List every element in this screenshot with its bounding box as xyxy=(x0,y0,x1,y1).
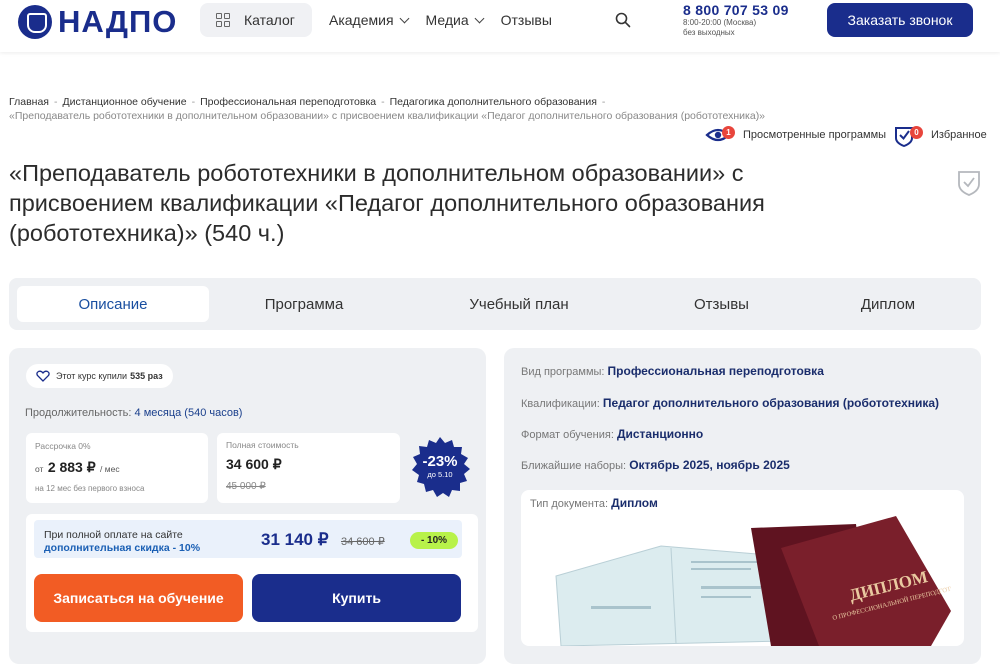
tab-description[interactable]: Описание xyxy=(17,286,209,322)
nav-academy-label: Академия xyxy=(329,12,394,28)
installment-from: от xyxy=(35,464,44,474)
document-type: Тип документа: Диплом xyxy=(530,496,658,510)
duration-label: Продолжительность: xyxy=(25,407,132,419)
enrollment-value: Октябрь 2025, ноябрь 2025 xyxy=(629,458,790,472)
installment-box: Рассрочка 0% от 2 883 ₽ / мес на 12 мес … xyxy=(26,433,208,503)
program-type-value: Профессиональная переподготовка xyxy=(607,364,824,378)
discount-percent: -23% xyxy=(422,453,458,470)
catalog-label: Каталог xyxy=(244,12,295,28)
extra-discount-badge: - 10% xyxy=(410,532,458,549)
site-header: НАДПО Каталог Академия Медиа Отзывы 8 80… xyxy=(0,0,1000,52)
phone-number[interactable]: 8 800 707 53 09 xyxy=(683,2,789,18)
enrollment-label: Ближайшие наборы: xyxy=(521,460,627,472)
document-box: Тип документа: Диплом ДИПЛОМ О ПРОФЕССИО… xyxy=(521,490,964,646)
enroll-button[interactable]: Записаться на обучение xyxy=(34,574,243,622)
viewed-count-badge: 1 xyxy=(722,126,735,139)
nav-media[interactable]: Медиа xyxy=(425,12,485,28)
logo-text: НАДПО xyxy=(58,4,178,39)
bought-count: 535 раз xyxy=(130,371,163,381)
breadcrumb-retraining[interactable]: Профессиональная переподготовка xyxy=(200,96,376,108)
doc-label: Тип документа: xyxy=(530,498,609,510)
full-payment-offer: При полной оплате на сайте дополнительна… xyxy=(34,520,462,558)
final-old-price: 34 600 ₽ xyxy=(341,536,385,548)
installment-note: на 12 мес без первого взноса xyxy=(35,484,145,493)
program-info-card: Вид программы: Профессиональная переподг… xyxy=(504,348,981,664)
qualification-value: Педагог дополнительного образования (роб… xyxy=(602,396,940,410)
grid-icon xyxy=(216,13,230,27)
installment-label: Рассрочка 0% xyxy=(35,441,91,451)
phone-days: без выходных xyxy=(683,28,735,37)
favorites-count-badge: 0 xyxy=(910,126,923,139)
page-title: «Преподаватель робототехники в дополните… xyxy=(9,160,765,246)
full-pay-accent: дополнительная скидка - 10% xyxy=(44,542,201,554)
doc-value: Диплом xyxy=(611,496,658,510)
breadcrumb-pedagogy[interactable]: Педагогика дополнительного образования xyxy=(390,96,597,108)
phone-hours: 8:00-20:00 (Москва) xyxy=(683,18,757,27)
site-logo[interactable]: НАДПО xyxy=(18,4,177,40)
format-label: Формат обучения: xyxy=(521,429,614,441)
heart-icon xyxy=(36,370,50,382)
viewed-programs-link[interactable]: 1 Просмотренные программы xyxy=(705,125,886,145)
main-nav: Академия Медиа Отзывы xyxy=(329,12,570,28)
nav-reviews-label: Отзывы xyxy=(500,12,552,28)
program-type: Вид программы: Профессиональная переподг… xyxy=(521,364,824,378)
order-call-button[interactable]: Заказать звонок xyxy=(827,3,973,37)
breadcrumb-current: «Преподаватель робототехники в дополните… xyxy=(9,110,766,122)
breadcrumb: Главная - Дистанционное обучение - Профессио… xyxy=(9,96,766,122)
payment-box: При полной оплате на сайте дополнительна… xyxy=(26,514,478,632)
final-price: 31 140 ₽ xyxy=(261,530,329,549)
search-icon[interactable] xyxy=(615,12,631,28)
full-old-price: 45 000 ₽ xyxy=(226,481,266,492)
program-type-label: Вид программы: xyxy=(521,366,605,378)
discount-text: -23% до 5.10 xyxy=(410,453,470,480)
installment-period: / мес xyxy=(100,464,120,474)
buy-button[interactable]: Купить xyxy=(252,574,461,622)
bought-prefix: Этот курс купили xyxy=(56,371,128,381)
diploma-image: ДИПЛОМ О ПРОФЕССИОНАЛЬНОЙ ПЕРЕПОДГОТОВКЕ xyxy=(555,516,951,646)
nav-academy[interactable]: Академия xyxy=(329,12,409,28)
tab-diploma[interactable]: Диплом xyxy=(804,286,972,322)
add-favorite-icon[interactable] xyxy=(957,170,981,196)
qualification-label: Квалификации: xyxy=(521,398,600,410)
chevron-down-icon xyxy=(399,13,409,23)
tab-reviews[interactable]: Отзывы xyxy=(639,286,804,322)
emblem-icon xyxy=(18,5,52,39)
catalog-button[interactable]: Каталог xyxy=(200,3,312,37)
next-enrollment: Ближайшие наборы: Октябрь 2025, ноябрь 2… xyxy=(521,458,790,472)
nav-media-label: Медиа xyxy=(425,12,469,28)
pricing-card: Этот курс купили 535 раз Продолжительнос… xyxy=(9,348,486,664)
full-price-box: Полная стоимость 34 600 ₽ 45 000 ₽ xyxy=(217,433,400,503)
duration-value: 4 месяца (540 часов) xyxy=(134,407,243,419)
full-price-label: Полная стоимость xyxy=(226,440,299,450)
nav-reviews[interactable]: Отзывы xyxy=(501,12,552,28)
viewed-label: Просмотренные программы xyxy=(743,129,887,141)
breadcrumb-distance[interactable]: Дистанционное обучение xyxy=(62,96,186,108)
favorites-link[interactable]: 0 Избранное xyxy=(893,125,987,148)
full-price: 34 600 ₽ xyxy=(226,456,282,472)
study-format: Формат обучения: Дистанционно xyxy=(521,427,703,441)
duration: Продолжительность: 4 месяца (540 часов) xyxy=(25,407,242,419)
format-value: Дистанционно xyxy=(616,427,704,441)
favorites-label: Избранное xyxy=(931,129,987,141)
bought-badge: Этот курс купили 535 раз xyxy=(26,364,173,388)
chevron-down-icon xyxy=(474,13,485,23)
tab-curriculum[interactable]: Учебный план xyxy=(399,286,639,322)
tabs-bar: Описание Программа Учебный план Отзывы Д… xyxy=(9,278,981,330)
breadcrumb-home[interactable]: Главная xyxy=(9,96,49,108)
installment-price: 2 883 ₽ xyxy=(47,459,96,475)
discount-until: до 5.10 xyxy=(427,470,453,479)
qualification: Квалификации: Педагог дополнительного об… xyxy=(521,396,939,410)
tab-program[interactable]: Программа xyxy=(209,286,399,322)
phone-block[interactable]: 8 800 707 53 09 8:00-20:00 (Москва) без … xyxy=(683,2,789,38)
full-pay-text: При полной оплате на сайте xyxy=(44,529,183,541)
